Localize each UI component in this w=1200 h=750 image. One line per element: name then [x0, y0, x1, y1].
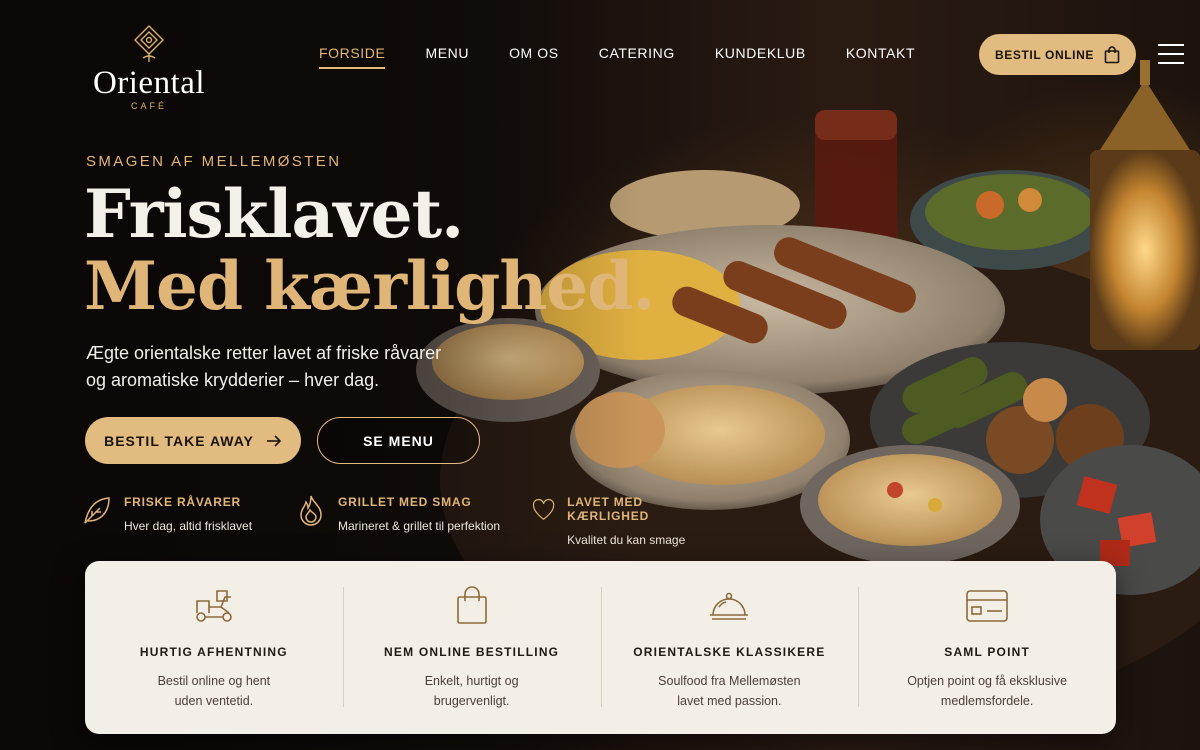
highlight-desc-line: medlemsfordele. [940, 694, 1034, 708]
feature-item: LAVET MED KÆRLIGHED Kvalitet du kan smag… [532, 494, 692, 547]
highlight-desc-line: uden ventetid. [174, 694, 254, 708]
highlight-title: NEM ONLINE BESTILLING [384, 645, 560, 659]
brand-name: Oriental [92, 65, 206, 101]
nav-item-kundeklub[interactable]: KUNDEKLUB [715, 45, 806, 69]
highlight-item: SAML POINT Optjen point og få eksklusive… [858, 561, 1116, 734]
highlight-item: ORIENTALSKE KLASSIKERE Soulfood fra Mell… [600, 561, 859, 734]
logo-emblem-icon [134, 25, 164, 62]
nav-item-forside[interactable]: FORSIDE [319, 45, 386, 69]
highlight-desc-line: Bestil online og hent [157, 674, 271, 688]
arrow-right-icon [266, 434, 282, 447]
main-nav: FORSIDE MENU OM OS CATERING KUNDEKLUB KO… [319, 45, 955, 69]
leaf-icon [84, 497, 110, 524]
feature-title: GRILLET MED SMAG [338, 495, 472, 509]
highlight-item: NEM ONLINE BESTILLING Enkelt, hurtigt og… [342, 561, 601, 734]
highlight-desc-line: lavet med passion. [677, 694, 782, 708]
nav-item-menu[interactable]: MENU [425, 45, 469, 69]
order-online-button[interactable]: BESTIL ONLINE [979, 34, 1136, 75]
feature-desc: Hver dag, altid frisklavet [124, 519, 253, 533]
highlight-title: SAML POINT [944, 645, 1031, 659]
cloche-icon [710, 592, 749, 620]
nav-item-catering[interactable]: CATERING [599, 45, 675, 69]
highlight-item: HURTIG AFHENTNING Bestil online og hent … [85, 561, 343, 734]
order-online-label: BESTIL ONLINE [995, 47, 1094, 62]
flame-icon [300, 495, 322, 526]
highlight-title: HURTIG AFHENTNING [139, 645, 288, 659]
highlight-desc: Bestil online og hent uden ventetid. [85, 671, 343, 711]
shopping-bag-icon [1104, 45, 1120, 63]
feature-title: FRISKE RÅVARER [124, 495, 241, 509]
headline-line-1: Frisklavet. [84, 175, 464, 253]
menu-hamburger-icon[interactable] [1158, 44, 1184, 64]
brand-logo[interactable]: Oriental CAFÉ [86, 24, 212, 111]
heart-icon [532, 498, 555, 521]
feature-item: GRILLET MED SMAG Marineret & grillet til… [296, 494, 500, 533]
delivery-scooter-icon [196, 590, 232, 622]
highlight-desc: Optjen point og få eksklusive medlemsfor… [858, 671, 1116, 711]
see-menu-button[interactable]: SE MENU [317, 417, 480, 464]
highlights-card: HURTIG AFHENTNING Bestil online og hent … [85, 561, 1116, 734]
brand-subtitle: CAFÉ [130, 101, 167, 111]
hero-headline: Frisklavet. Med kærlighed. [84, 175, 655, 325]
order-takeaway-label: BESTIL TAKE AWAY [104, 432, 254, 449]
feature-desc: Marineret & grillet til perfektion [338, 519, 501, 533]
highlight-desc-line: Optjen point og få eksklusive [907, 674, 1068, 688]
feature-item: FRISKE RÅVARER Hver dag, altid frisklave… [82, 494, 252, 533]
hero-section: Oriental CAFÉ FORSIDE MENU OM OS CATERIN… [0, 0, 1200, 750]
nav-item-om-os[interactable]: OM OS [509, 45, 559, 69]
loyalty-card-icon [966, 590, 1008, 622]
headline-line-2: Med kærlighed. [84, 247, 655, 325]
order-takeaway-button[interactable]: BESTIL TAKE AWAY [85, 417, 301, 464]
feature-title: LAVET MED KÆRLIGHED [567, 495, 650, 523]
highlight-desc-line: Soulfood fra Mellemøsten [658, 674, 801, 688]
highlight-desc-line: Enkelt, hurtigt og [424, 674, 519, 688]
feature-desc: Kvalitet du kan smage [567, 533, 686, 547]
highlight-desc: Enkelt, hurtigt og brugervenligt. [343, 671, 601, 711]
shopping-bag-icon [456, 586, 487, 624]
highlight-title: ORIENTALSKE KLASSIKERE [633, 645, 826, 659]
hero-lead: Ægte orientalske retter lavet af friske … [86, 343, 442, 390]
highlight-desc: Soulfood fra Mellemøsten lavet med passi… [601, 671, 859, 711]
hero-eyebrow: SMAGEN AF MELLEMØSTEN [86, 153, 342, 170]
nav-item-kontakt[interactable]: KONTAKT [846, 45, 915, 69]
highlight-desc-line: brugervenligt. [433, 694, 510, 708]
